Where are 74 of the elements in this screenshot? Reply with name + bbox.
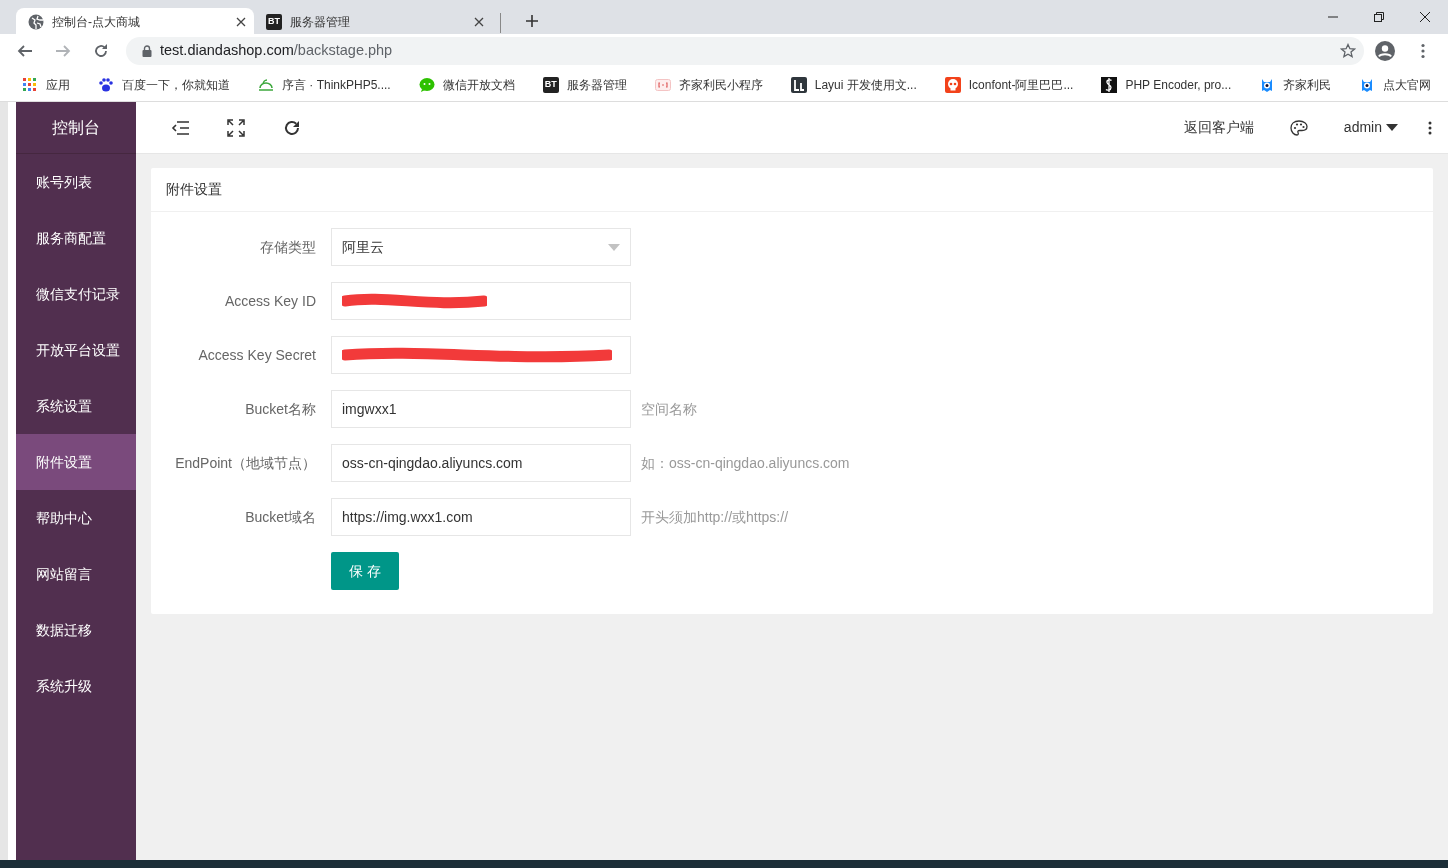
chat-bubble-icon — [418, 76, 435, 93]
mini-program-icon — [654, 76, 671, 93]
bt-logo: BT — [542, 76, 559, 93]
sidebar-item[interactable]: 系统设置 — [16, 378, 136, 434]
client-link[interactable]: 返回客户端 — [1177, 116, 1260, 139]
bookmark[interactable]: Layui 开发使用文... — [784, 73, 923, 96]
url-text: test.diandashop.com/backstage.php — [160, 41, 394, 61]
sidebar-item[interactable]: 数据迁移 — [16, 602, 136, 658]
address-bar[interactable]: test.diandashop.com/backstage.php — [126, 37, 1364, 65]
field-label: Access Key ID — [223, 291, 317, 311]
sidebar-item[interactable]: 系统升级 — [16, 658, 136, 714]
field-label: Bucket名称 — [244, 399, 317, 419]
bookmark[interactable]: 应用 — [16, 73, 76, 96]
card-title: 附件设置 — [166, 180, 222, 199]
caret-down-icon — [608, 243, 620, 251]
select-value: 阿里云 — [342, 237, 385, 257]
grid-icon — [22, 76, 38, 93]
input-field[interactable] — [331, 282, 631, 320]
caret-down-icon — [1386, 124, 1398, 131]
skull-icon — [944, 76, 961, 93]
bookmark[interactable]: 齐家利民小程序 — [648, 73, 769, 96]
sidebar-item[interactable]: 开放平台设置 — [16, 322, 136, 378]
field-label: EndPoint（地域节点） — [174, 453, 317, 473]
field-hint: 如：oss-cn-qingdao.aliyuncs.com — [640, 453, 850, 473]
star-icon[interactable] — [1340, 43, 1356, 59]
field-label: 存储类型 — [259, 237, 317, 257]
select-field[interactable]: 阿里云 — [331, 228, 631, 266]
field-label: Bucket域名 — [244, 507, 317, 527]
palette-icon — [1289, 119, 1308, 136]
bookmark[interactable]: 序言 · ThinkPHP5.... — [252, 73, 397, 96]
input-field[interactable]: imgwxx1 — [331, 390, 631, 428]
user-menu[interactable]: admin — [1337, 116, 1404, 139]
close-icon[interactable] — [474, 17, 484, 27]
save-button[interactable]: 保 存 — [331, 552, 399, 590]
bookmark[interactable]: 点大官网 — [1353, 73, 1438, 96]
bookmark[interactable]: Iconfont-阿里巴巴... — [938, 73, 1080, 96]
reload-icon — [93, 43, 109, 59]
fullscreen-icon — [227, 118, 245, 137]
collapse-menu-icon — [171, 118, 189, 137]
close-icon — [1417, 9, 1433, 25]
input-field[interactable] — [331, 336, 631, 374]
browser-tab[interactable]: 控制台-点大商城 — [16, 8, 254, 36]
bookmark[interactable]: PHP Encoder, pro... — [1095, 73, 1238, 96]
bookmark[interactable]: 百度一下，你就知道 — [92, 73, 236, 96]
bt-logo: BT — [266, 14, 282, 30]
sidebar-item[interactable]: 服务商配置 — [16, 210, 136, 266]
paw-icon — [98, 76, 114, 93]
plus-icon — [525, 14, 539, 28]
sidebar-item[interactable]: 账号列表 — [16, 154, 136, 210]
forward-arrow-icon — [55, 43, 71, 59]
bookmark[interactable]: BT 服务器管理 — [536, 73, 633, 96]
sidebar-item[interactable]: 附件设置 — [16, 434, 136, 490]
field-hint: 开头须加http://或https:// — [640, 507, 789, 527]
sidebar-item[interactable]: 帮助中心 — [16, 490, 136, 546]
sidebar-item[interactable]: 微信支付记录 — [16, 266, 136, 322]
input-field[interactable]: https://img.wxx1.com — [331, 498, 631, 536]
restore-icon — [1371, 9, 1387, 25]
bookmark[interactable]: 齐家利民 — [1253, 73, 1338, 96]
sidebar-item[interactable]: 网站留言 — [16, 546, 136, 602]
lock-icon — [142, 45, 152, 57]
input-field[interactable]: oss-cn-qingdao.aliyuncs.com — [331, 444, 631, 482]
back-arrow-icon — [17, 43, 33, 59]
close-icon[interactable] — [236, 17, 246, 27]
refresh-icon — [283, 118, 301, 137]
field-label: Access Key Secret — [197, 345, 317, 365]
kebab-menu-icon — [1428, 120, 1432, 135]
layui-logo-icon — [790, 76, 807, 93]
field-hint: 空间名称 — [640, 399, 697, 419]
person-icon — [1375, 41, 1395, 61]
bookmark[interactable]: 微信开放文档 — [412, 73, 521, 96]
minimize-icon — [1328, 16, 1338, 18]
sidebar-title: 控制台 — [52, 117, 100, 138]
kebab-menu-icon — [1421, 43, 1425, 59]
globe-icon — [28, 14, 44, 30]
